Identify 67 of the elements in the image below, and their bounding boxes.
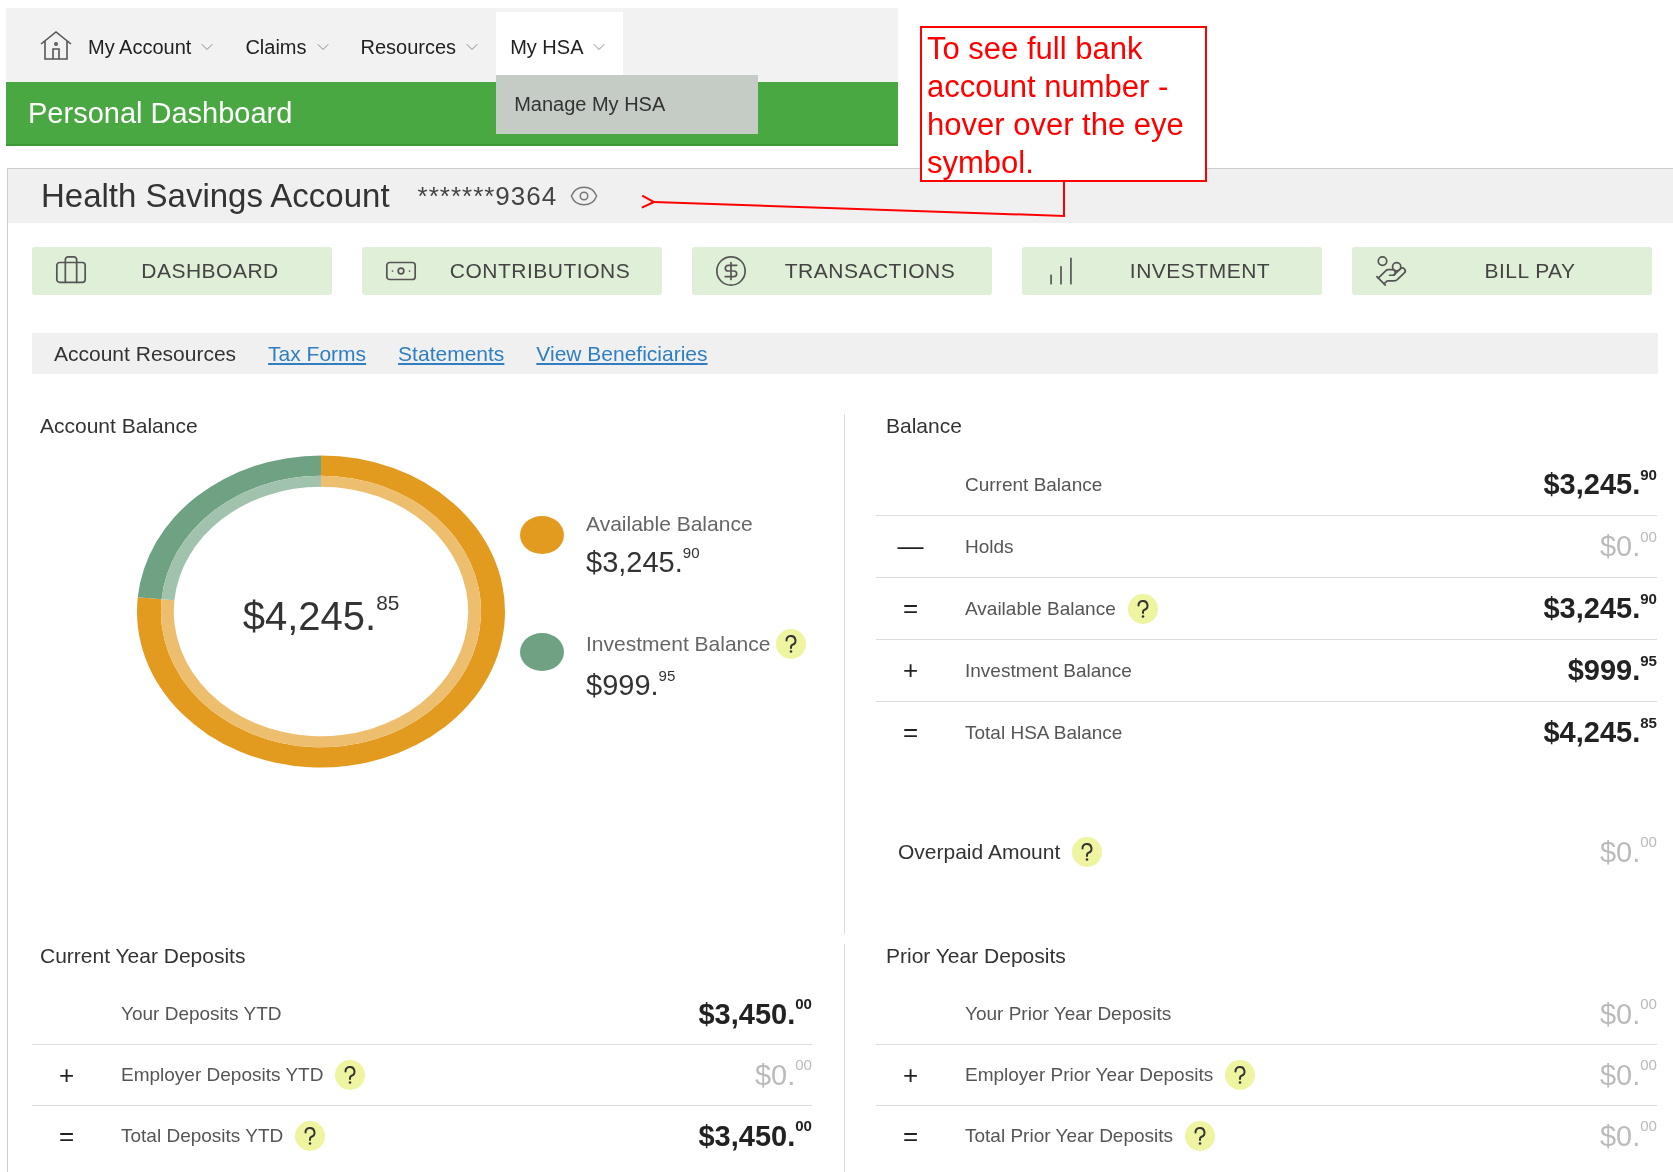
overpaid-label: Overpaid Amount: [898, 840, 1061, 864]
amount: $3,245.$^{90}$: [1543, 592, 1657, 625]
section-tab[interactable]: TRANSACTIONS: [692, 247, 992, 295]
operator-sign: =: [902, 593, 919, 624]
resource-link[interactable]: Tax Forms: [268, 341, 367, 366]
amount: $3,450.$^{00}$: [698, 1119, 812, 1153]
nav-menu-item[interactable]: Resources: [346, 12, 497, 82]
section-title: Account Balance: [40, 414, 198, 437]
row-label: Available Balance: [965, 597, 1116, 620]
row-label: Investment Balance: [965, 659, 1132, 682]
help-icon[interactable]: [1072, 837, 1103, 867]
row-label: Employer Prior Year Deposits: [965, 1064, 1214, 1086]
help-icon[interactable]: [1185, 1121, 1216, 1151]
account-title: Health Savings Account: [41, 177, 390, 215]
operator-sign: +: [58, 1059, 75, 1091]
operator-sign: +: [902, 1059, 919, 1091]
total-balance: $4,245.$^{85}$: [242, 594, 400, 638]
section-title: Balance: [886, 414, 962, 437]
section-title: Current Year Deposits: [40, 944, 246, 967]
nav-menu-item[interactable]: Claims: [231, 12, 347, 82]
home-icon[interactable]: [38, 29, 74, 61]
section-tab[interactable]: CONTRIBUTIONS: [362, 247, 662, 295]
operator-sign: +: [902, 655, 919, 686]
row-label: Your Prior Year Deposits: [965, 1003, 1172, 1025]
amount: $4,245.$^{85}$: [1543, 716, 1657, 749]
section-tab[interactable]: INVESTMENT: [1022, 247, 1322, 295]
operator-sign: —: [897, 531, 924, 562]
help-icon[interactable]: [776, 629, 807, 659]
legend-amount: $3,245.$^{90}$: [586, 546, 701, 579]
menu-item[interactable]: Manage My HSA: [514, 93, 666, 116]
legend-amount: $999.$^{95}$: [586, 669, 677, 702]
page-title: Personal Dashboard: [28, 96, 293, 130]
section-tab[interactable]: DASHBOARD: [32, 247, 332, 295]
row-label: Total Prior Year Deposits: [965, 1125, 1174, 1147]
section-tab[interactable]: BILL PAY: [1352, 247, 1652, 295]
help-icon[interactable]: [1127, 593, 1158, 624]
help-icon[interactable]: [335, 1060, 366, 1090]
amount: $3,245.$^{90}$: [1543, 468, 1657, 501]
amount: $999.$^{95}$: [1567, 654, 1657, 687]
row-label: Employer Deposits YTD: [121, 1064, 324, 1086]
amount: $0.$^{00}$: [754, 1058, 812, 1092]
row-label: Total HSA Balance: [965, 721, 1123, 744]
resource-link[interactable]: Statements: [398, 341, 505, 366]
help-icon[interactable]: [295, 1121, 326, 1151]
amount: $0.$^{00}$: [1599, 835, 1657, 869]
account-number: *******9364: [417, 180, 558, 212]
amount: $0.$^{00}$: [1599, 530, 1657, 563]
dollar-coin-icon: [714, 254, 748, 288]
section-title: Prior Year Deposits: [886, 944, 1066, 967]
operator-sign: =: [902, 1120, 919, 1152]
row-label: Holds: [965, 535, 1014, 558]
operator-sign: =: [902, 717, 919, 748]
row-label: Total Deposits YTD: [121, 1125, 284, 1147]
nav-menu-item[interactable]: My Account: [74, 12, 232, 82]
row-label: Current Balance: [965, 473, 1103, 496]
amount: $0.$^{00}$: [1599, 1119, 1657, 1153]
operator-sign: =: [58, 1120, 75, 1152]
help-icon[interactable]: [1225, 1060, 1256, 1090]
row-label: Your Deposits YTD: [121, 1003, 282, 1025]
amount: $0.$^{00}$: [1599, 997, 1657, 1031]
resource-link[interactable]: View Beneficiaries: [536, 341, 708, 366]
amount: $0.$^{00}$: [1599, 1058, 1657, 1092]
resources-label: Account Resources: [54, 341, 237, 366]
amount: $3,450.$^{00}$: [698, 997, 812, 1031]
annotation-callout: To see full bank account number - hover over the eye symbol.: [920, 26, 1207, 182]
legend-label: Available Balance: [586, 512, 753, 536]
legend-label: Investment Balance: [586, 632, 771, 656]
